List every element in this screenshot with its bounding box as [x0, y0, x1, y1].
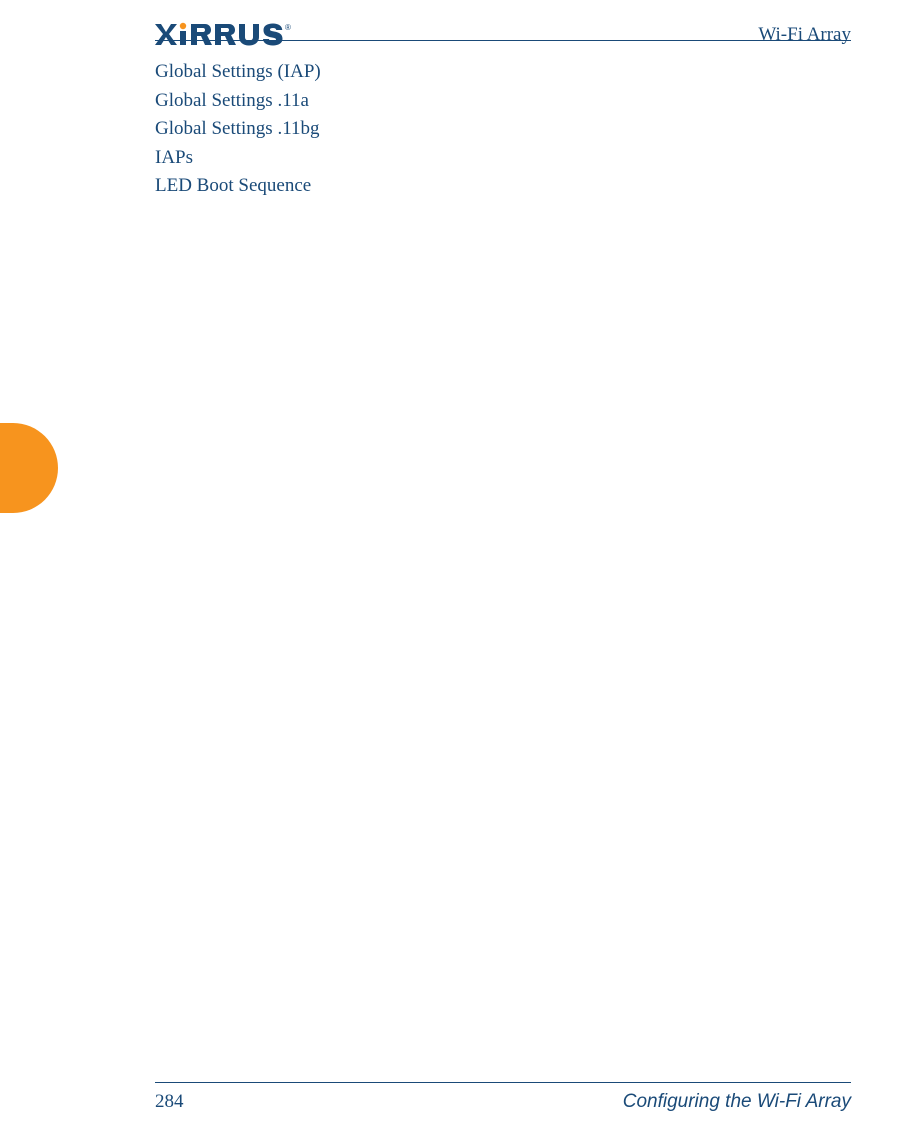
page-header: ® Wi-Fi Array	[0, 14, 901, 48]
footer-divider	[155, 1082, 851, 1083]
page-footer: 284 Configuring the Wi-Fi Array	[155, 1091, 851, 1113]
header-divider	[155, 40, 851, 41]
content-area: Global Settings (IAP) Global Settings .1…	[155, 58, 851, 201]
toc-link-global-settings-11a[interactable]: Global Settings .11a	[155, 87, 851, 116]
header-product-title: Wi-Fi Array	[758, 24, 851, 46]
toc-link-global-settings-iap[interactable]: Global Settings (IAP)	[155, 58, 851, 87]
toc-link-global-settings-11bg[interactable]: Global Settings .11bg	[155, 115, 851, 144]
footer-section-title: Configuring the Wi-Fi Array	[623, 1091, 851, 1113]
svg-text:®: ®	[285, 23, 291, 32]
toc-link-led-boot-sequence[interactable]: LED Boot Sequence	[155, 172, 851, 201]
section-tab-marker	[0, 423, 58, 513]
xirrus-logo-icon: ®	[155, 22, 305, 48]
brand-logo: ®	[155, 22, 305, 53]
page-number: 284	[155, 1091, 184, 1113]
document-page: ® Wi-Fi Array Global Settings (IAP) Glob…	[0, 0, 901, 1137]
toc-link-iaps[interactable]: IAPs	[155, 144, 851, 173]
